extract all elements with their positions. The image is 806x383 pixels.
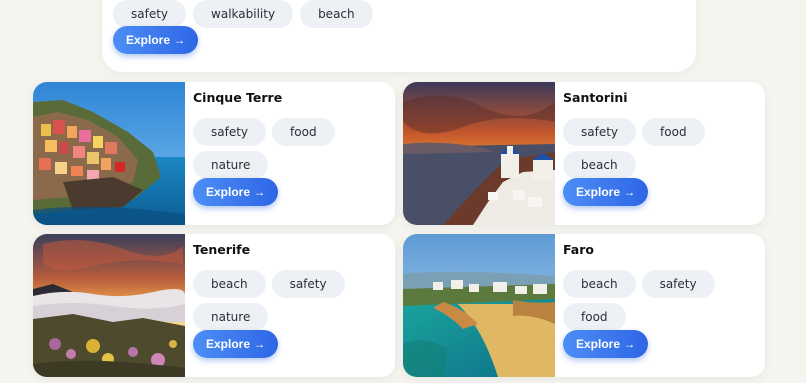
destination-title: Tenerife — [193, 242, 251, 257]
explore-button[interactable]: Explore → — [113, 26, 199, 54]
tag-list: safety food beach — [563, 118, 733, 179]
destination-card-cinque-terre: Cinque Terre safety food nature Explore … — [33, 82, 395, 225]
tag-list: safety walkability beach — [113, 0, 373, 28]
destination-title: Faro — [563, 242, 594, 257]
tag-chip: safety — [641, 270, 715, 298]
explore-button[interactable]: Explore → — [563, 178, 649, 206]
destination-card-faro: Faro beach safety food Explore → — [403, 234, 765, 377]
destination-photo — [403, 234, 555, 377]
tag-list: beach safety food — [563, 270, 733, 331]
destination-photo — [33, 82, 185, 225]
tag-chip: beach — [193, 270, 266, 298]
tag-chip: safety — [271, 270, 345, 298]
tag-chip: nature — [193, 303, 269, 331]
tag-chip: beach — [563, 270, 636, 298]
tag-chip: food — [272, 118, 335, 146]
destination-card-tenerife: Tenerife beach safety nature Explore → — [33, 234, 395, 377]
tag-chip: walkability — [193, 0, 294, 28]
destination-card-santorini: Santorini safety food beach Explore → — [403, 82, 765, 225]
destination-photo — [33, 234, 185, 377]
explore-button[interactable]: Explore → — [193, 330, 279, 358]
destination-title: Santorini — [563, 90, 628, 105]
tag-chip: safety — [113, 0, 187, 28]
destination-title: Cinque Terre — [193, 90, 283, 105]
destination-photo — [403, 82, 555, 225]
tag-chip: nature — [193, 151, 269, 179]
tag-list: beach safety nature — [193, 270, 363, 331]
tag-chip: safety — [563, 118, 637, 146]
tag-list: safety food nature — [193, 118, 363, 179]
tag-chip: beach — [300, 0, 373, 28]
tag-chip: beach — [563, 151, 636, 179]
tag-chip: safety — [193, 118, 267, 146]
explore-button[interactable]: Explore → — [193, 178, 279, 206]
tag-chip: food — [563, 303, 626, 331]
tag-chip: food — [642, 118, 705, 146]
explore-button[interactable]: Explore → — [563, 330, 649, 358]
destination-card-top: safety walkability beach Explore → — [102, 0, 696, 72]
